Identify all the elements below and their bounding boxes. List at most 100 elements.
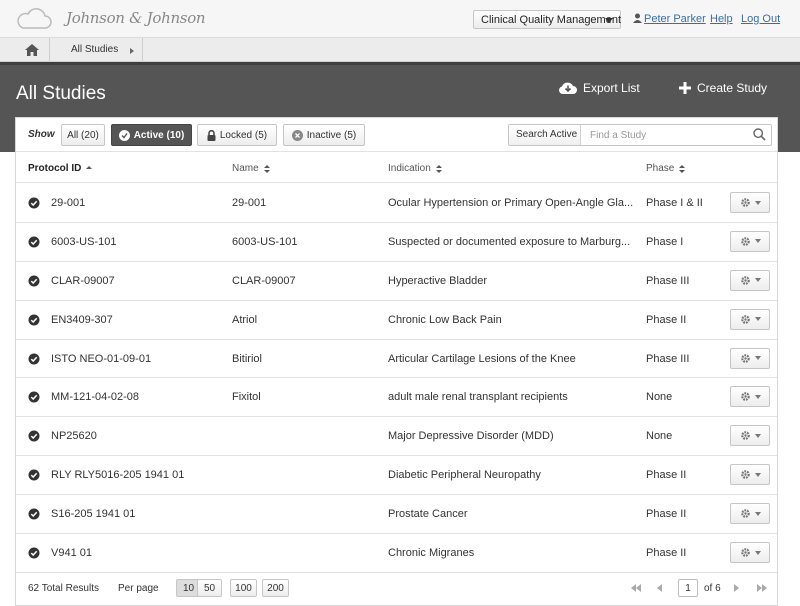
row-actions-button[interactable] (730, 269, 770, 291)
table-row[interactable]: S16-205 1941 01 Prostate Cancer Phase II (16, 495, 777, 535)
prev-page-icon[interactable] (656, 584, 662, 592)
plus-icon (679, 82, 691, 94)
top-bar: Johnson & Johnson Clinical Quality Manag… (0, 0, 800, 38)
filter-active-button[interactable]: Active (10) (111, 124, 192, 146)
row-actions-button[interactable] (730, 386, 770, 408)
active-check-icon (28, 236, 40, 248)
protocol-id: 6003-US-101 (51, 235, 117, 248)
table-row[interactable]: 6003-US-101 6003-US-101 Suspected or doc… (16, 223, 777, 262)
active-check-icon (28, 197, 40, 209)
export-list-button[interactable]: Export List (559, 81, 640, 95)
protocol-id: V941 01 (51, 547, 92, 560)
user-name: Peter Parker (644, 13, 706, 25)
indication: adult male renal transplant recipients (388, 391, 568, 404)
phase: Phase III (646, 352, 690, 365)
search-input[interactable] (582, 125, 747, 145)
row-actions-button[interactable] (730, 542, 770, 564)
table-row[interactable]: EN3409-307 Atriol Chronic Low Back Pain … (16, 301, 777, 340)
sort-icon (679, 164, 686, 173)
protocol-id: NP25620 (51, 430, 97, 443)
gear-icon (740, 198, 750, 207)
row-actions-button[interactable] (730, 464, 770, 486)
indication: Diabetic Peripheral Neuropathy (388, 469, 541, 482)
active-check-icon (28, 391, 40, 403)
active-check-icon (28, 314, 40, 326)
phase: Phase III (646, 274, 690, 287)
chevron-down-icon (754, 317, 761, 322)
table-row[interactable]: 29-001 29-001 Ocular Hypertension or Pri… (16, 184, 777, 223)
col-name-label: Name (232, 163, 259, 174)
table-row[interactable]: CLAR-09007 CLAR-09007 Hyperactive Bladde… (16, 262, 777, 301)
app-select[interactable]: Clinical Quality Management (473, 10, 621, 29)
home-button[interactable] (14, 38, 50, 62)
row-actions-button[interactable] (730, 230, 770, 252)
study-name: 29-001 (232, 197, 267, 209)
phase: Phase II (646, 508, 687, 521)
active-check-icon (28, 353, 40, 365)
table-row[interactable]: V941 01 Chronic Migranes Phase II (16, 534, 777, 573)
gear-icon (740, 353, 750, 363)
page-number-input[interactable] (678, 579, 698, 597)
sort-icon (263, 164, 270, 173)
user-link[interactable]: Peter Parker (633, 13, 706, 25)
phase: Phase I (646, 235, 684, 248)
studies-panel: Show All (20) Active (10) Locked (5) Ina… (15, 117, 778, 606)
per-page-200[interactable]: 200 (262, 579, 289, 597)
cloud-logo-icon (14, 8, 52, 33)
table-row[interactable]: NP25620 Major Depressive Disorder (MDD) … (16, 417, 777, 457)
filter-locked-button[interactable]: Locked (5) (197, 124, 277, 146)
col-indication-label: Indication (388, 163, 431, 174)
table-header: Protocol ID Name Indication Phase (16, 153, 777, 183)
chevron-down-icon (754, 394, 761, 399)
protocol-id: S16-205 1941 01 (51, 508, 136, 521)
filter-inactive-button[interactable]: Inactive (5) (283, 124, 365, 146)
per-page-50[interactable]: 50 (197, 579, 222, 597)
create-study-button[interactable]: Create Study (679, 81, 767, 95)
phase: None (646, 391, 673, 404)
indication: Prostate Cancer (388, 508, 468, 521)
col-name[interactable]: Name (232, 163, 270, 174)
row-actions-button[interactable] (730, 192, 770, 213)
row-actions-button[interactable] (730, 308, 770, 330)
col-protocol-id-label: Protocol ID (28, 163, 82, 174)
per-page-100[interactable]: 100 (230, 579, 257, 597)
phase: Phase II (646, 547, 687, 560)
protocol-id: ISTO NEO-01-09-01 (51, 352, 152, 365)
col-protocol-id[interactable]: Protocol ID (28, 163, 93, 174)
home-icon (24, 44, 39, 56)
protocol-id: EN3409-307 (51, 313, 113, 326)
row-actions-button[interactable] (730, 425, 770, 447)
last-page-icon[interactable] (756, 584, 768, 592)
chevron-down-icon (605, 18, 613, 23)
help-link[interactable]: Help (710, 13, 733, 25)
phase: None (646, 430, 673, 443)
cloud-download-icon (559, 82, 577, 95)
gear-icon (740, 275, 750, 285)
row-actions-button[interactable] (730, 347, 770, 369)
table-row[interactable]: RLY RLY5016-205 1941 01 Diabetic Periphe… (16, 456, 777, 496)
filter-all-button[interactable]: All (20) (61, 124, 105, 146)
study-name: Atriol (232, 313, 258, 326)
protocol-id: RLY RLY5016-205 1941 01 (51, 469, 185, 482)
gear-icon (740, 548, 750, 557)
logout-link[interactable]: Log Out (741, 13, 780, 25)
gear-icon (740, 470, 750, 480)
table-footer: 62 Total Results Per page 10 50 100 200 … (16, 573, 777, 605)
active-check-icon (28, 469, 40, 481)
table-body: 29-001 29-001 Ocular Hypertension or Pri… (16, 184, 777, 573)
table-row[interactable]: ISTO NEO-01-09-01 Bitiriol Articular Car… (16, 340, 777, 379)
next-page-icon[interactable] (734, 584, 740, 592)
indication: Suspected or documented exposure to Marb… (388, 235, 631, 248)
total-results: 62 Total Results (28, 583, 99, 594)
first-page-icon[interactable] (630, 584, 642, 592)
gear-icon (740, 314, 750, 324)
col-indication[interactable]: Indication (388, 163, 442, 174)
search-icon[interactable] (753, 128, 766, 141)
breadcrumb-all-studies[interactable]: All Studies (50, 38, 143, 62)
search-scope-button[interactable]: Search Active (509, 125, 581, 145)
table-row[interactable]: MM-121-04-02-08 Fixitol adult male renal… (16, 378, 777, 418)
col-phase[interactable]: Phase (646, 163, 686, 174)
study-name: Fixitol (232, 391, 261, 404)
filter-inactive-label: Inactive (5) (306, 129, 357, 141)
row-actions-button[interactable] (730, 503, 770, 525)
